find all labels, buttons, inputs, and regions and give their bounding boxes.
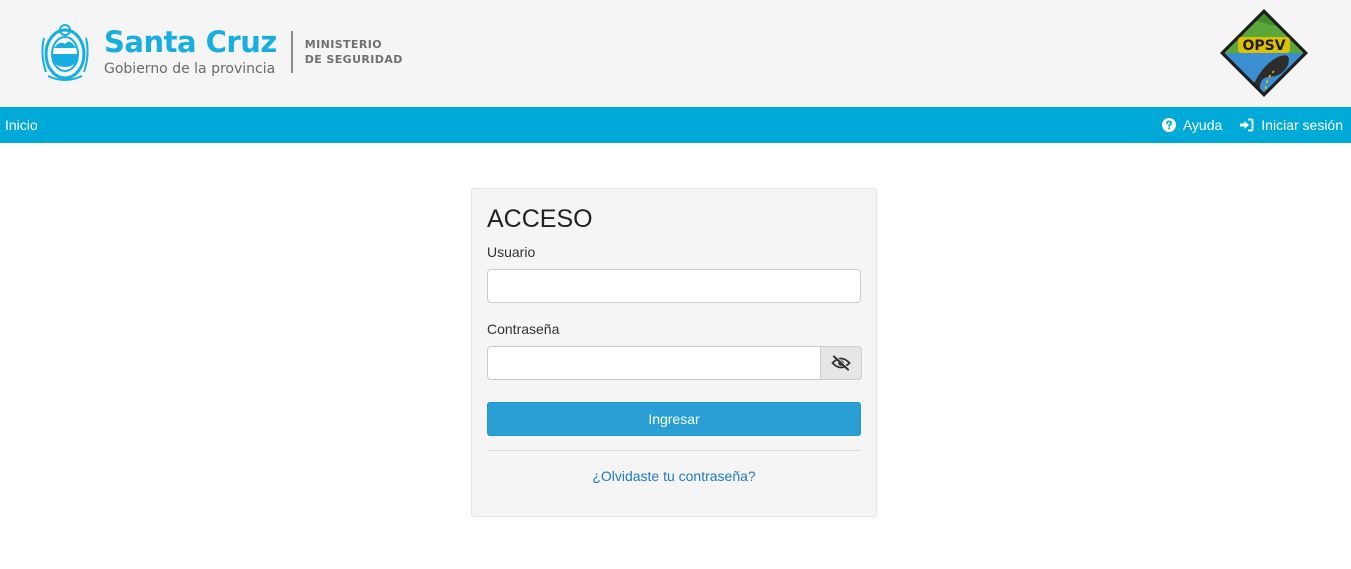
eye-slash-icon <box>831 355 851 371</box>
opsv-logo-icon: OPSV <box>1220 9 1308 97</box>
toggle-password-button[interactable] <box>821 346 862 380</box>
login-title: ACCESO <box>487 205 593 233</box>
santa-cruz-logo[interactable]: Santa Cruz Gobierno de la provincia MINI… <box>38 18 403 86</box>
password-input[interactable] <box>487 346 821 380</box>
ministry-line-1: MINISTERIO <box>304 38 382 51</box>
forgot-password-link[interactable]: ¿Olvidaste tu contraseña? <box>472 468 876 484</box>
main-navbar: Inicio Ayuda Iniciar sesión <box>0 107 1351 143</box>
nav-home-link[interactable]: Inicio <box>5 107 38 143</box>
nav-help-link[interactable]: Ayuda <box>1161 117 1223 133</box>
brand-text: Santa Cruz Gobierno de la provincia <box>104 27 277 77</box>
brand-divider <box>290 31 293 73</box>
page-header: Santa Cruz Gobierno de la provincia MINI… <box>0 0 1351 107</box>
ministry-label: MINISTERIO DE SEGURIDAD <box>305 37 403 67</box>
nav-login-label: Iniciar sesión <box>1261 117 1343 133</box>
nav-help-label: Ayuda <box>1182 117 1223 133</box>
question-circle-icon <box>1161 118 1176 132</box>
password-label: Contraseña <box>487 321 560 337</box>
brand-title: Santa Cruz <box>104 25 277 59</box>
province-seal-icon <box>41 24 89 81</box>
panel-divider <box>487 450 861 451</box>
nav-right-group: Ayuda Iniciar sesión <box>1145 107 1343 143</box>
login-panel: ACCESO Usuario Contraseña Ingresar ¿Olvi… <box>471 188 877 517</box>
username-input[interactable] <box>487 269 861 303</box>
sign-in-icon <box>1240 118 1254 132</box>
login-submit-button[interactable]: Ingresar <box>487 402 861 436</box>
username-label: Usuario <box>487 244 536 260</box>
nav-login-link[interactable]: Iniciar sesión <box>1239 117 1343 133</box>
password-group <box>487 346 862 380</box>
brand-subtitle: Gobierno de la provincia <box>104 61 276 77</box>
ministry-line-2: DE SEGURIDAD <box>304 53 403 66</box>
opsv-logo-text: OPSV <box>1242 38 1285 54</box>
